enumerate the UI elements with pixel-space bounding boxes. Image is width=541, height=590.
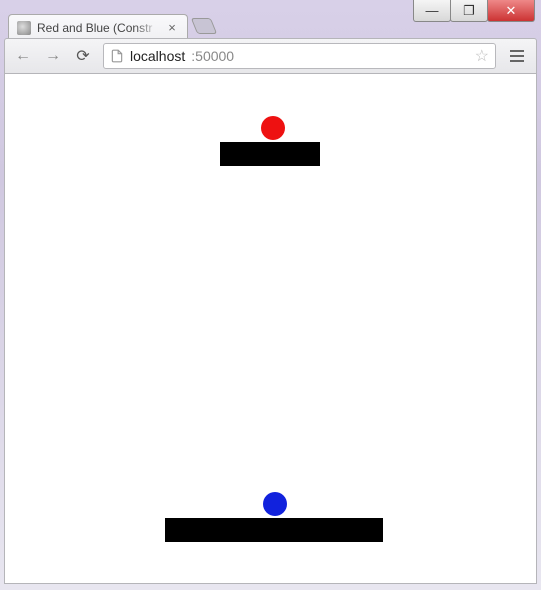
blue-ball <box>263 492 287 516</box>
arrow-left-icon: ← <box>15 47 31 65</box>
minimize-button[interactable]: — <box>413 0 451 22</box>
tab-title: Red and Blue (Constr <box>37 21 159 35</box>
tab-strip: Red and Blue (Constr × <box>8 12 214 40</box>
close-window-button[interactable]: ✕ <box>487 0 535 22</box>
browser-tab[interactable]: Red and Blue (Constr × <box>8 14 188 40</box>
game-canvas[interactable] <box>5 74 536 583</box>
bottom-platform <box>165 518 383 542</box>
browser-toolbar: ← → ⟳ localhost :50000 ☆ <box>4 38 537 74</box>
address-bar[interactable]: localhost :50000 ☆ <box>103 43 496 69</box>
window-controls: — ❐ ✕ <box>414 0 535 22</box>
maximize-button[interactable]: ❐ <box>450 0 488 22</box>
new-tab-button[interactable] <box>191 18 217 34</box>
reload-icon: ⟳ <box>76 46 89 66</box>
reload-button[interactable]: ⟳ <box>73 46 93 66</box>
red-ball <box>261 116 285 140</box>
url-port: :50000 <box>191 48 234 64</box>
back-button[interactable]: ← <box>13 46 33 66</box>
arrow-right-icon: → <box>45 47 61 65</box>
tab-close-icon[interactable]: × <box>165 20 179 35</box>
tab-favicon-icon <box>17 21 31 35</box>
top-platform <box>220 142 320 166</box>
hamburger-menu-button[interactable] <box>506 45 528 67</box>
page-icon <box>110 49 124 63</box>
url-host: localhost <box>130 48 185 64</box>
hamburger-icon <box>510 50 524 52</box>
bookmark-star-icon[interactable]: ☆ <box>475 46 489 66</box>
forward-button[interactable]: → <box>43 46 63 66</box>
page-viewport <box>4 74 537 584</box>
